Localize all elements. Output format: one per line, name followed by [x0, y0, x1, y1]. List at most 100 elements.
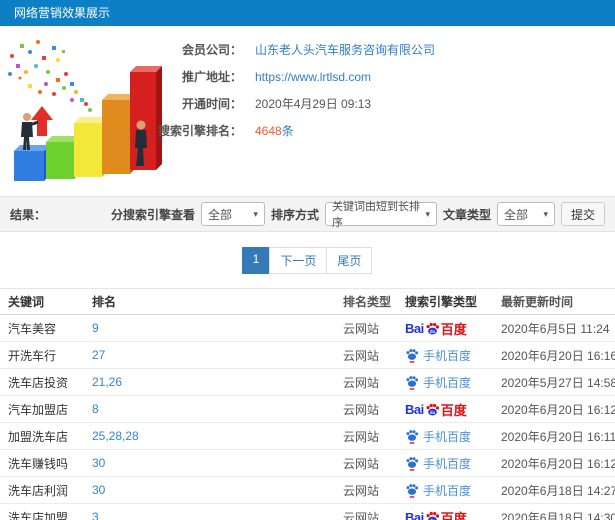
rank-type-cell: 云网站: [343, 429, 380, 444]
member-info: 会员公司： 山东老人头汽车服务咨询有限公司 推广地址： https://www.…: [156, 36, 435, 144]
pagination: 1 下一页 尾页: [0, 247, 615, 274]
engine-rank-value: 4648条: [255, 124, 294, 138]
rank-type-cell: 云网站: [343, 456, 380, 471]
page-title: 网络营销效果展示: [14, 6, 111, 20]
baidu-mobile-logo: 手机百度: [405, 482, 471, 499]
article-type-selected: 全部: [503, 207, 528, 222]
baidu-paw-icon: [406, 375, 419, 390]
baidu-mobile-logo: 手机百度: [405, 347, 471, 364]
baidu-paw-icon: [406, 429, 419, 444]
update-time-cell: 2020年6月5日 11:24: [501, 321, 610, 336]
chevron-down-icon: ▾: [543, 208, 548, 219]
rank-type-cell: 云网站: [343, 402, 380, 417]
rank-link[interactable]: 30: [92, 483, 105, 497]
baidu-mobile-logo: 手机百度: [405, 455, 471, 472]
open-time-label: 开通时间：: [181, 97, 242, 111]
table-row: 汽车美容 9 云网站 Bai du 百度 2020年6月5日 11:24: [0, 315, 615, 342]
rank-link[interactable]: 9: [92, 321, 99, 335]
update-time-cell: 2020年6月20日 16:12: [501, 402, 615, 417]
next-page-button[interactable]: 下一页: [269, 247, 328, 274]
member-company-link[interactable]: 山东老人头汽车服务咨询有限公司: [255, 41, 435, 58]
rank-link[interactable]: 25,28,28: [92, 429, 139, 443]
engine-view-label: 分搜索引擎查看: [110, 207, 195, 222]
chevron-down-icon: ▾: [253, 208, 258, 219]
search-engine-cell: Bai du 百度: [397, 508, 493, 520]
rank-type-cell: 云网站: [343, 375, 380, 390]
header-keyword: 关键词: [8, 295, 45, 309]
filter-bar: 结果： 分搜索引擎查看 全部 ▾ 排序方式 关键词由短到长排序 ▾ 文章类型 全…: [0, 196, 615, 232]
keyword-cell: 洗车赚钱吗: [8, 456, 69, 471]
rank-link[interactable]: 3: [92, 510, 99, 520]
baidu-paw-icon: [406, 456, 419, 471]
rank-type-cell: 云网站: [343, 348, 380, 363]
keyword-cell: 洗车店利润: [8, 483, 69, 498]
rank-type-cell: 云网站: [343, 483, 380, 498]
baidu-paw-icon: du: [426, 511, 439, 520]
rank-link[interactable]: 21,26: [92, 375, 122, 389]
sort-select[interactable]: 关键词由短到长排序 ▾: [324, 201, 437, 229]
keyword-cell: 加盟洗车店: [8, 429, 69, 444]
engine-view-selected: 全部: [207, 207, 232, 222]
search-engine-cell: Bai du 百度: [397, 400, 493, 419]
submit-button[interactable]: 提交: [560, 202, 605, 226]
baidu-paw-icon: du: [426, 322, 439, 334]
table-row: 汽车加盟店 8 云网站 Bai du 百度 2020年6月20日 16:12: [0, 396, 615, 423]
search-engine-cell: 手机百度: [397, 455, 493, 472]
keyword-cell: 汽车美容: [8, 321, 57, 336]
baidu-paw-icon: du: [426, 403, 439, 415]
header-update-time: 最新更新时间: [501, 295, 574, 309]
baidu-paw-icon: [406, 483, 419, 498]
update-time-cell: 2020年6月20日 16:11: [501, 429, 615, 444]
keyword-cell: 汽车加盟店: [8, 402, 69, 417]
keyword-cell: 洗车店加盟: [8, 510, 69, 520]
search-engine-cell: Bai du 百度: [397, 319, 493, 338]
header-rank: 排名: [92, 295, 117, 309]
page-1-button[interactable]: 1: [241, 247, 271, 274]
article-type-label: 文章类型: [442, 207, 491, 222]
promo-url-link[interactable]: https://www.lrtlsd.com: [255, 70, 371, 84]
rank-type-cell: 云网站: [343, 510, 380, 520]
table-row: 洗车店投资 21,26 云网站 手机百度 2020年5月27日 14:58: [0, 369, 615, 396]
growth-chart-illustration: [8, 40, 162, 181]
keyword-cell: 开洗车行: [8, 348, 57, 363]
sort-selected: 关键词由短到长排序: [331, 201, 420, 229]
last-page-button[interactable]: 尾页: [326, 247, 373, 274]
up-arrow-icon: [31, 106, 53, 136]
table-row: 洗车店加盟 3 云网站 Bai du 百度 2020年6月18日 14:30: [0, 504, 615, 520]
table-row: 洗车店利润 30 云网站 手机百度 2020年6月18日 14:27: [0, 477, 615, 504]
open-time-field: 开通时间： 2020年4月29日 09:13: [156, 90, 435, 117]
promo-url-label: 推广地址：: [181, 70, 242, 84]
rank-link[interactable]: 30: [92, 456, 105, 470]
keyword-cell: 洗车店投资: [8, 375, 69, 390]
header-engine-type: 搜索引擎类型: [405, 295, 478, 309]
table-header-row: 关键词 排名 排名类型 搜索引擎类型 最新更新时间: [0, 289, 615, 315]
engine-rank-label: 搜索引擎排名：: [157, 124, 242, 138]
rank-link[interactable]: 27: [92, 348, 105, 362]
rank-link[interactable]: 8: [92, 402, 99, 416]
update-time-cell: 2020年6月18日 14:27: [501, 483, 615, 498]
search-engine-cell: 手机百度: [397, 428, 493, 445]
engine-view-select[interactable]: 全部 ▾: [200, 202, 265, 226]
baidu-mobile-logo: 手机百度: [405, 374, 471, 391]
result-label: 结果：: [10, 207, 47, 222]
update-time-cell: 2020年5月27日 14:58: [501, 375, 615, 390]
baidu-mobile-logo: 手机百度: [405, 428, 471, 445]
table-row: 加盟洗车店 25,28,28 云网站 手机百度 2020年6月20日 16:11: [0, 423, 615, 450]
confetti-dots: [8, 40, 92, 112]
svg-text:du: du: [430, 328, 436, 333]
engine-rank-field: 搜索引擎排名： 4648条: [156, 117, 435, 144]
member-company-label: 会员公司：: [181, 43, 242, 57]
baidu-pc-logo: Bai du 百度: [405, 508, 467, 520]
promo-url-field: 推广地址： https://www.lrtlsd.com: [156, 63, 435, 90]
baidu-pc-logo: Bai du 百度: [405, 320, 467, 337]
table-row: 开洗车行 27 云网站 手机百度 2020年6月20日 16:16: [0, 342, 615, 369]
baidu-pc-logo: Bai du 百度: [405, 401, 467, 418]
table-row: 洗车赚钱吗 30 云网站 手机百度 2020年6月20日 16:12: [0, 450, 615, 477]
article-type-select[interactable]: 全部 ▾: [496, 202, 555, 226]
header-rank-type: 排名类型: [343, 295, 392, 309]
member-company-field: 会员公司： 山东老人头汽车服务咨询有限公司: [156, 36, 435, 63]
top-bar: 网络营销效果展示: [0, 0, 615, 26]
search-engine-cell: 手机百度: [397, 374, 493, 391]
sort-label: 排序方式: [270, 207, 319, 222]
chevron-down-icon: ▾: [425, 208, 430, 219]
